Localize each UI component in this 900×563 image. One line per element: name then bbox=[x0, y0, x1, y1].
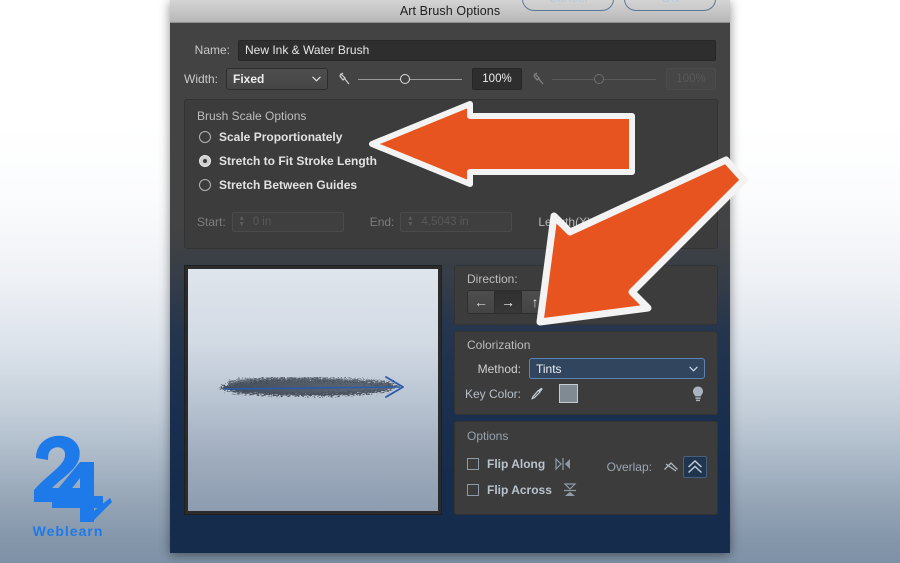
radio-label-scale-proportionately: Scale Proportionately bbox=[219, 130, 343, 144]
stepper-arrows-icon-end: ▲ ▼ bbox=[406, 215, 414, 228]
dialog-footer: Cancel OK bbox=[170, 0, 730, 13]
brush-scale-options-panel: Brush Scale Options Scale Proportionatel… bbox=[184, 99, 718, 249]
arrow-down-icon: ↓ bbox=[558, 294, 566, 310]
colorization-method-value: Tints bbox=[536, 361, 562, 376]
brush-preview-frame bbox=[184, 265, 442, 515]
brush-name-value: New Ink & Water Brush bbox=[245, 43, 370, 57]
method-row: Method: Tints bbox=[455, 358, 717, 379]
radio-stretch-between-guides[interactable]: Stretch Between Guides bbox=[199, 178, 357, 192]
end-label: End: bbox=[369, 215, 395, 229]
name-row: Name: New Ink & Water Brush bbox=[184, 39, 716, 61]
flip-horizontal-icon bbox=[555, 457, 571, 471]
end-input: ▲ ▼ 4.5043 in bbox=[400, 212, 513, 232]
pen-pressure-icon-2 bbox=[533, 72, 544, 85]
arrow-right-icon: → bbox=[501, 294, 515, 310]
key-color-row: Key Color: bbox=[455, 384, 717, 403]
width-value-2-text: 100% bbox=[676, 73, 706, 85]
direction-button-group: ← → ↑ ↓ bbox=[467, 290, 576, 314]
key-color-swatch[interactable] bbox=[559, 384, 578, 403]
ok-button-label: OK bbox=[661, 0, 679, 5]
direction-right-button[interactable]: → bbox=[495, 291, 522, 313]
width-slider-knob-2[interactable] bbox=[594, 73, 604, 84]
length-value: 4.5043 in bbox=[602, 215, 652, 229]
end-value: 4.5043 in bbox=[421, 216, 469, 228]
method-label: Method: bbox=[477, 361, 521, 376]
width-slider-group-2: 100% bbox=[532, 68, 716, 90]
brush-scale-options-title: Brush Scale Options bbox=[197, 109, 307, 123]
direction-title: Direction: bbox=[467, 272, 518, 286]
width-value-1[interactable]: 100% bbox=[472, 68, 522, 90]
stepper-arrows-icon-start: ▲ ▼ bbox=[238, 215, 246, 228]
width-slider-group-1: 100% bbox=[338, 68, 522, 90]
options-title: Options bbox=[467, 429, 509, 443]
radio-label-stretch-to-fit-stroke-length: Stretch to Fit Stroke Length bbox=[219, 154, 378, 168]
start-label: Start: bbox=[197, 215, 226, 229]
radio-stretch-to-fit-stroke-length[interactable]: Stretch to Fit Stroke Length bbox=[199, 154, 377, 168]
flip-across-row[interactable]: Flip Across bbox=[467, 482, 579, 498]
width-value-2: 100% bbox=[666, 68, 716, 90]
overlap-keep-icon[interactable] bbox=[683, 456, 707, 478]
direction-up-button[interactable]: ↑ bbox=[522, 291, 549, 313]
cancel-button[interactable]: Cancel bbox=[522, 0, 614, 11]
colorization-panel: Colorization Method: Tints Key Color: bbox=[454, 331, 718, 415]
screenshot-root: Weblearn Art Brush Options Name: New Ink… bbox=[0, 0, 900, 563]
pen-pressure-icon bbox=[339, 72, 350, 85]
flip-along-label: Flip Along bbox=[487, 457, 546, 471]
radio-icon-stretch-to-fit-stroke-length[interactable] bbox=[199, 155, 211, 167]
watermark-text: Weblearn bbox=[33, 523, 104, 539]
options-panel: Options Flip Along Flip Across Overlap: bbox=[454, 421, 718, 515]
lightbulb-icon[interactable] bbox=[691, 385, 705, 403]
direction-down-button[interactable]: ↓ bbox=[549, 291, 575, 313]
overlap-adjust-icon[interactable] bbox=[659, 456, 683, 478]
cancel-button-label: Cancel bbox=[549, 0, 588, 5]
direction-left-button[interactable]: ← bbox=[468, 291, 495, 313]
direction-panel: Direction: ← → ↑ ↓ bbox=[454, 265, 718, 325]
arrow-left-icon: ← bbox=[474, 294, 488, 310]
eyedropper-icon[interactable] bbox=[529, 386, 545, 402]
length-label: Length(X): bbox=[538, 215, 595, 229]
flip-along-row[interactable]: Flip Along bbox=[467, 456, 572, 472]
art-brush-options-dialog: Art Brush Options Name: New Ink & Water … bbox=[170, 0, 730, 553]
chevron-down-icon-method bbox=[689, 366, 698, 372]
colorization-method-select[interactable]: Tints bbox=[529, 358, 705, 379]
chevron-down-icon bbox=[312, 76, 321, 82]
width-label: Width: bbox=[184, 72, 219, 86]
width-value-1-text: 100% bbox=[482, 73, 512, 85]
brush-preview-canvas bbox=[188, 269, 438, 511]
ok-button[interactable]: OK bbox=[624, 0, 716, 11]
width-type-value: Fixed bbox=[233, 72, 265, 86]
flip-across-label: Flip Across bbox=[487, 483, 552, 497]
width-type-select[interactable]: Fixed bbox=[226, 68, 328, 90]
overlap-control: Overlap: bbox=[607, 456, 707, 478]
weblearn-watermark: Weblearn bbox=[33, 435, 112, 539]
overlap-label: Overlap: bbox=[606, 460, 652, 474]
radio-scale-proportionately[interactable]: Scale Proportionately bbox=[199, 130, 342, 144]
radio-icon-scale-proportionately[interactable] bbox=[199, 131, 211, 143]
key-color-label: Key Color: bbox=[464, 386, 521, 401]
flip-across-checkbox[interactable] bbox=[467, 484, 479, 496]
start-end-length-row: Start: ▲ ▼ 0 in End: ▲ ▼ 4.5043 in Length(… bbox=[197, 210, 703, 234]
width-slider-track-2[interactable] bbox=[552, 73, 656, 84]
colorization-title: Colorization bbox=[467, 338, 531, 352]
brush-name-input[interactable]: New Ink & Water Brush bbox=[238, 39, 716, 61]
arrow-up-icon: ↑ bbox=[531, 294, 539, 310]
brush-stroke-artwork bbox=[220, 376, 404, 398]
radio-label-stretch-between-guides: Stretch Between Guides bbox=[219, 178, 358, 192]
name-label: Name: bbox=[194, 43, 230, 57]
dialog-body: Name: New Ink & Water Brush Width: Fixed bbox=[170, 0, 730, 553]
radio-icon-stretch-between-guides[interactable] bbox=[199, 179, 211, 191]
flip-along-checkbox[interactable] bbox=[467, 458, 479, 470]
width-slider-knob-1[interactable] bbox=[400, 73, 410, 84]
flip-vertical-icon bbox=[563, 483, 577, 496]
start-value: 0 in bbox=[252, 216, 272, 228]
start-input: ▲ ▼ 0 in bbox=[231, 212, 344, 232]
width-slider-track-1[interactable] bbox=[358, 73, 462, 84]
width-row: Width: Fixed 100% 100% bbox=[184, 67, 716, 91]
